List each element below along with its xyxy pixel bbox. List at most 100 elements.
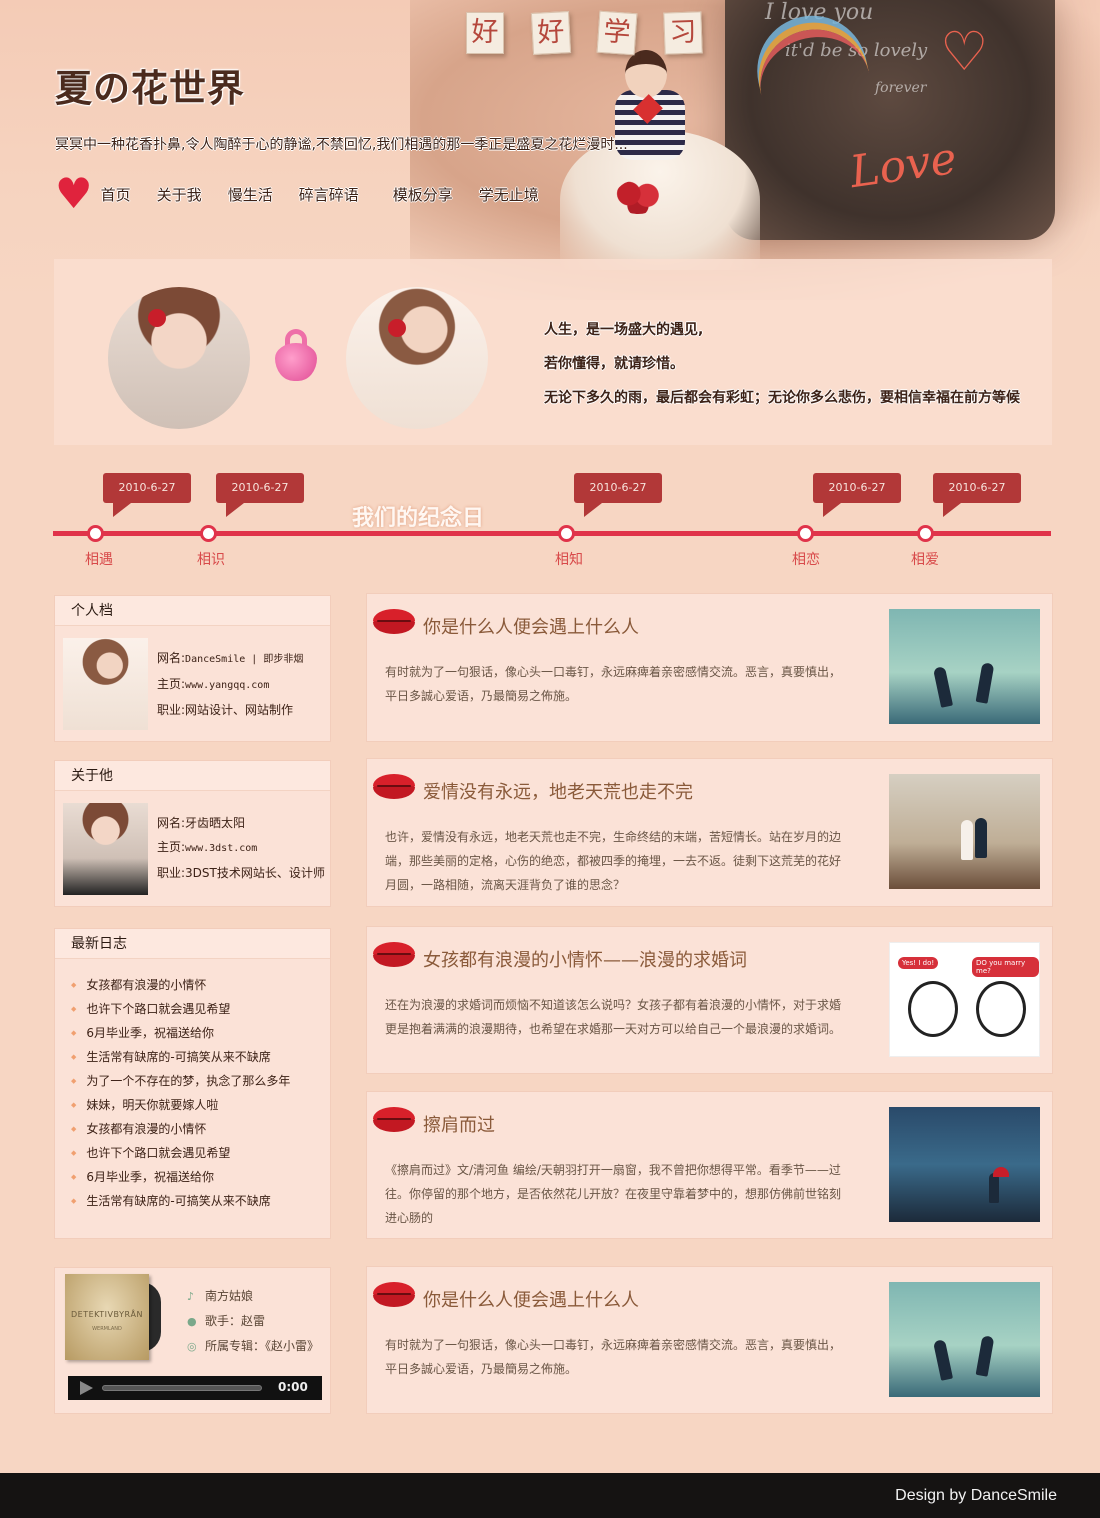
album-sub: WERMLAND [92, 1326, 122, 1332]
article-thumbnail[interactable] [889, 1107, 1040, 1222]
job-label: 职业: [157, 703, 186, 717]
article-excerpt: 也许，爱情没有永远，地老天荒也走不完，生命终结的末端，苦短情长。站在岁月的边端，… [385, 830, 842, 892]
home-label: 主页: [157, 840, 186, 854]
album-brand: DETEKTIVBYRÅN [71, 1310, 143, 1319]
profile-him-job: 3DST技术网站长、设计师 [185, 866, 325, 880]
tile-3: 学 [596, 10, 638, 56]
latest-logs-list: 女孩都有浪漫的小情怀 也许下个路口就会遇见希望 6月毕业季，祝福送给你 生活常有… [55, 959, 330, 1213]
job-label: 职业: [157, 866, 186, 880]
profile-me-name: DanceSmile | 即步非烟 [185, 654, 304, 665]
audio-player: 0:00 [68, 1376, 322, 1400]
tile-2: 好 [530, 11, 572, 55]
profile-me-home-link[interactable]: www.yangqq.com [185, 680, 269, 691]
profile-him-home-link[interactable]: www.3dst.com [185, 843, 257, 854]
site-tagline: 冥冥中一种花香扑鼻,令人陶醉于心的静谧,不禁回忆,我们相遇的那一季正是盛夏之花烂… [55, 137, 628, 153]
log-item[interactable]: 生活常有缺席的-可搞笑从来不缺席 [71, 1045, 330, 1069]
quote-line-1: 人生，是一场盛大的遇见, [544, 322, 704, 338]
article-thumbnail[interactable] [889, 609, 1040, 724]
song-album: 所属专辑：《赵小雷》 [205, 1339, 320, 1353]
timeline-dot [200, 525, 217, 542]
nav-templates[interactable]: 模板分享 [393, 184, 453, 205]
nav-home[interactable]: 首页 [101, 184, 131, 205]
log-item[interactable]: 6月毕业季，祝福送给你 [71, 1021, 330, 1045]
chalkboard-image: I love you it'd be so lovely forever [725, 0, 1055, 240]
timeline-date: 2010-6-27 [103, 473, 191, 517]
nav-learning[interactable]: 学无止境 [479, 184, 539, 205]
log-item[interactable]: 也许下个路口就会遇见希望 [71, 997, 330, 1021]
article-card: 擦肩而过 《擦肩而过》文/清河鱼 编绘/天朝羽打开一扇窗，我不曾把你想得平常。看… [366, 1091, 1053, 1239]
site-header: I love you it'd be so lovely forever ♡ L… [0, 0, 1100, 300]
nav-murmurs[interactable]: 碎言碎语 [299, 184, 359, 205]
couple-intro: 人生，是一场盛大的遇见, 若你懂得，就请珍惜。 无论下多久的雨，最后都会有彩虹；… [54, 259, 1052, 445]
log-item[interactable]: 女孩都有浪漫的小情怀 [71, 973, 330, 997]
lips-icon [373, 1282, 415, 1308]
chalk-heart-icon: ♡ [940, 20, 989, 83]
log-item[interactable]: 女孩都有浪漫的小情怀 [71, 1117, 330, 1141]
article-title[interactable]: 爱情没有永远，地老天荒也走不完 [423, 778, 693, 804]
nav-about[interactable]: 关于我 [157, 184, 202, 205]
footer-credit: Design by DanceSmile [895, 1487, 1057, 1504]
timeline-dot [87, 525, 104, 542]
timeline-label: 相知 [555, 552, 583, 568]
nav-slow-life[interactable]: 慢生活 [228, 184, 273, 205]
profile-me-box: 个人档 网名:DanceSmile | 即步非烟 主页:www.yangqq.c… [54, 595, 331, 742]
quote-line-3: 无论下多久的雨，最后都会有彩虹；无论你多么悲伤，要相信幸福在前方等候 [544, 390, 1020, 406]
play-button[interactable] [80, 1381, 93, 1395]
profile-him-name: 牙齿晒太阳 [185, 816, 246, 830]
quote-line-2: 若你懂得，就请珍惜。 [544, 356, 684, 372]
latest-logs-box: 最新日志 女孩都有浪漫的小情怀 也许下个路口就会遇见希望 6月毕业季，祝福送给你… [54, 928, 331, 1239]
timeline-label: 相遇 [85, 552, 113, 568]
name-label: 网名: [157, 816, 186, 830]
disc-icon: ◎ [187, 1340, 197, 1353]
profile-him-box: 关于他 网名:牙齿晒太阳 主页:www.3dst.com 职业:3DST技术网站… [54, 760, 331, 907]
article-card: 你是什么人便会遇上什么人 有时就为了一句狠话，像心头一口毒钉，永远麻痺着亲密感情… [366, 1266, 1053, 1414]
article-thumbnail[interactable]: Yes! I do! DO you marry me? [889, 942, 1040, 1057]
timeline-dot [917, 525, 934, 542]
lips-icon [373, 942, 415, 968]
log-item[interactable]: 6月毕业季，祝福送给你 [71, 1165, 330, 1189]
intro-quote: 人生，是一场盛大的遇见, 若你懂得，就请珍惜。 无论下多久的雨，最后都会有彩虹；… [544, 313, 1020, 415]
timeline-date: 2010-6-27 [933, 473, 1021, 517]
timeline-label: 相恋 [792, 552, 820, 568]
tile-1: 好 [466, 12, 504, 54]
current-time: 0:00 [278, 1380, 308, 1394]
log-item[interactable]: 为了一个不存在的梦，执念了那么多年 [71, 1069, 330, 1093]
article-card: 你是什么人便会遇上什么人 有时就为了一句狠话，像心头一口毒钉，永远麻痺着亲密感情… [366, 593, 1053, 742]
profile-me-photo [63, 638, 148, 730]
avatar-girl [346, 287, 488, 429]
article-title[interactable]: 你是什么人便会遇上什么人 [423, 1286, 639, 1312]
log-item[interactable]: 生活常有缺席的-可搞笑从来不缺席 [71, 1189, 330, 1213]
seek-bar[interactable] [102, 1385, 262, 1391]
article-card: 女孩都有浪漫的小情怀——浪漫的求婚词 还在为浪漫的求婚词而烦恼不知道该怎么说吗？… [366, 926, 1053, 1074]
article-title[interactable]: 女孩都有浪漫的小情怀——浪漫的求婚词 [423, 946, 747, 972]
timeline-dot [558, 525, 575, 542]
box-title: 关于他 [55, 761, 330, 791]
article-title[interactable]: 擦肩而过 [423, 1111, 495, 1137]
article-excerpt: 《擦肩而过》文/清河鱼 编绘/天朝羽打开一扇窗，我不曾把你想得平常。看季节——过… [385, 1163, 842, 1225]
article-title[interactable]: 你是什么人便会遇上什么人 [423, 613, 639, 639]
heart-icon: ♥ [55, 169, 93, 218]
thumb-bubble-left: Yes! I do! [898, 957, 939, 969]
thumb-bubble-right: DO you marry me? [972, 957, 1039, 977]
timeline-date: 2010-6-27 [216, 473, 304, 517]
main-nav: ♥ 首页 关于我 慢生活 碎言碎语 模板分享 学无止境 [55, 169, 565, 218]
timeline-title: 我们的纪念日 [352, 506, 485, 531]
lips-icon [373, 774, 415, 800]
site-title: 夏の花世界 [55, 67, 245, 110]
avatar-boy [108, 287, 250, 429]
music-player-box: DETEKTIVBYRÅN WERMLAND ♪ 南方姑娘 ● 歌手：赵雷 ◎ 所属专… [54, 1267, 331, 1414]
article-card: 爱情没有永远，地老天荒也走不完 也许，爱情没有永远，地老天荒也走不完，生命终结的… [366, 758, 1053, 907]
timeline-date: 2010-6-27 [574, 473, 662, 517]
profile-me-job: 网站设计、网站制作 [185, 703, 294, 717]
album-cover: DETEKTIVBYRÅN WERMLAND [65, 1274, 161, 1362]
log-item[interactable]: 妹妹，明天你就要嫁人啦 [71, 1093, 330, 1117]
timeline-dot [797, 525, 814, 542]
box-title: 个人档 [55, 596, 330, 626]
person-icon: ● [187, 1315, 197, 1328]
article-thumbnail[interactable] [889, 1282, 1040, 1397]
lips-icon [373, 1107, 415, 1133]
log-item[interactable]: 也许下个路口就会遇见希望 [71, 1141, 330, 1165]
timeline-label: 相爱 [911, 552, 939, 568]
article-excerpt: 有时就为了一句狠话，像心头一口毒钉，永远麻痺着亲密感情交流。恶言，真要慎出，平日… [385, 665, 842, 703]
article-thumbnail[interactable] [889, 774, 1040, 889]
